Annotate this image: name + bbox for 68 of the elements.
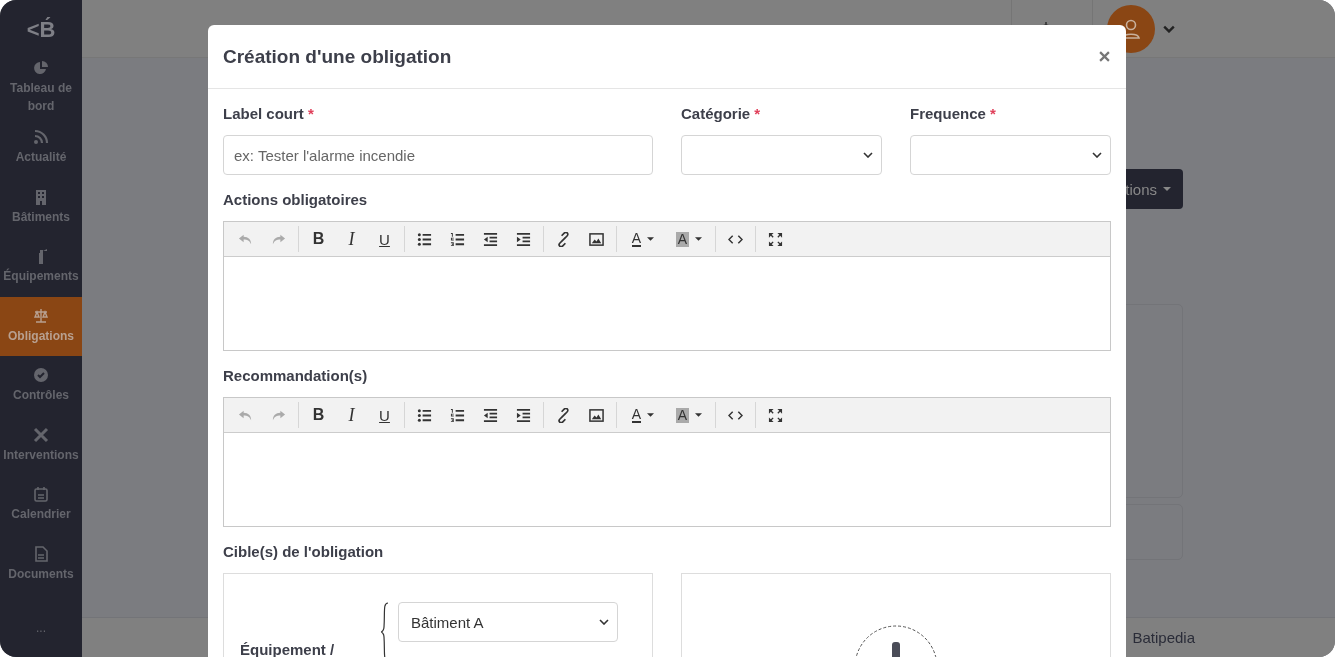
bullet-list-icon bbox=[417, 231, 432, 247]
caret-icon[interactable] bbox=[1163, 24, 1175, 33]
calendar-icon bbox=[33, 486, 49, 503]
editor-label: Recommandation(s) bbox=[223, 367, 368, 384]
fullscreen-icon bbox=[768, 407, 783, 423]
input-field[interactable]: ex: Tester l'alarme incendie bbox=[223, 135, 653, 175]
chevron-down-icon bbox=[1092, 152, 1102, 158]
editor-label: Actions obligatoires bbox=[223, 191, 368, 208]
footer-link[interactable]: Batipedia bbox=[1132, 629, 1195, 646]
highlight-button[interactable]: A bbox=[666, 402, 712, 428]
caret-icon bbox=[695, 413, 703, 417]
outdent-icon bbox=[483, 231, 498, 247]
sidebar-item[interactable]: Interventions bbox=[0, 415, 82, 475]
image-icon bbox=[589, 407, 604, 423]
brace-icon bbox=[380, 602, 390, 657]
highlight-button[interactable]: A bbox=[666, 226, 712, 252]
link-icon bbox=[556, 231, 571, 247]
pie-icon bbox=[33, 59, 49, 76]
select-field[interactable] bbox=[681, 135, 882, 175]
field-label: Catégorie bbox=[681, 105, 751, 122]
sidebar-item[interactable]: Actualité bbox=[0, 118, 82, 178]
sidebar-item[interactable]: Obligations bbox=[0, 296, 82, 356]
outdent-icon bbox=[483, 407, 498, 423]
close-icon[interactable] bbox=[1099, 51, 1110, 62]
underline-button[interactable]: U bbox=[368, 226, 401, 252]
app-logo[interactable]: <B́ bbox=[0, 0, 82, 56]
sidebar-item[interactable]: Documents bbox=[0, 534, 82, 594]
numbered-list-icon bbox=[450, 407, 465, 423]
indent-icon bbox=[516, 231, 531, 247]
check-icon bbox=[33, 367, 49, 384]
sidebar-item[interactable]: Contrôles bbox=[0, 356, 82, 416]
bullet-list-icon bbox=[417, 407, 432, 423]
building-icon bbox=[33, 188, 49, 205]
required-mark: * bbox=[990, 105, 996, 122]
section-title: Cible(s) de l'obligation bbox=[223, 543, 384, 560]
field-label: Frequence bbox=[910, 105, 986, 122]
image-icon bbox=[589, 231, 604, 247]
italic-button[interactable]: I bbox=[335, 226, 368, 252]
document-icon bbox=[33, 545, 49, 562]
sidebar-item[interactable]: Calendrier bbox=[0, 475, 82, 535]
fullscreen-icon bbox=[768, 231, 783, 247]
select-field[interactable]: Bâtiment A bbox=[398, 602, 618, 642]
numbered-list-icon bbox=[450, 231, 465, 247]
bold-button[interactable]: B bbox=[302, 226, 335, 252]
chevron-down-icon bbox=[599, 619, 609, 625]
caret-icon bbox=[647, 237, 655, 241]
select-field[interactable] bbox=[910, 135, 1111, 175]
italic-button[interactable]: I bbox=[335, 402, 368, 428]
link-icon bbox=[556, 407, 571, 423]
indent-icon bbox=[516, 407, 531, 423]
required-mark: * bbox=[308, 105, 314, 122]
bold-button[interactable]: B bbox=[302, 402, 335, 428]
sidebar-item[interactable]: Équipements bbox=[0, 237, 82, 297]
sidebar-item[interactable]: Bâtiments bbox=[0, 177, 82, 237]
sidebar-item[interactable]: Tableau de bord bbox=[0, 56, 82, 118]
chevron-down-icon bbox=[863, 152, 873, 158]
underline-button[interactable]: U bbox=[368, 402, 401, 428]
text-color-button[interactable]: A bbox=[620, 402, 666, 428]
caret-icon bbox=[695, 237, 703, 241]
rss-icon bbox=[33, 129, 49, 146]
scale-icon bbox=[33, 307, 49, 324]
field-label: Label court bbox=[223, 105, 304, 122]
required-mark: * bbox=[754, 105, 761, 122]
text-color-button[interactable]: A bbox=[620, 226, 666, 252]
caret-icon bbox=[647, 413, 655, 417]
modal-title: Création d'une obligation bbox=[223, 45, 452, 68]
more-link[interactable]: ... bbox=[0, 621, 82, 657]
caret-icon bbox=[1163, 187, 1171, 191]
